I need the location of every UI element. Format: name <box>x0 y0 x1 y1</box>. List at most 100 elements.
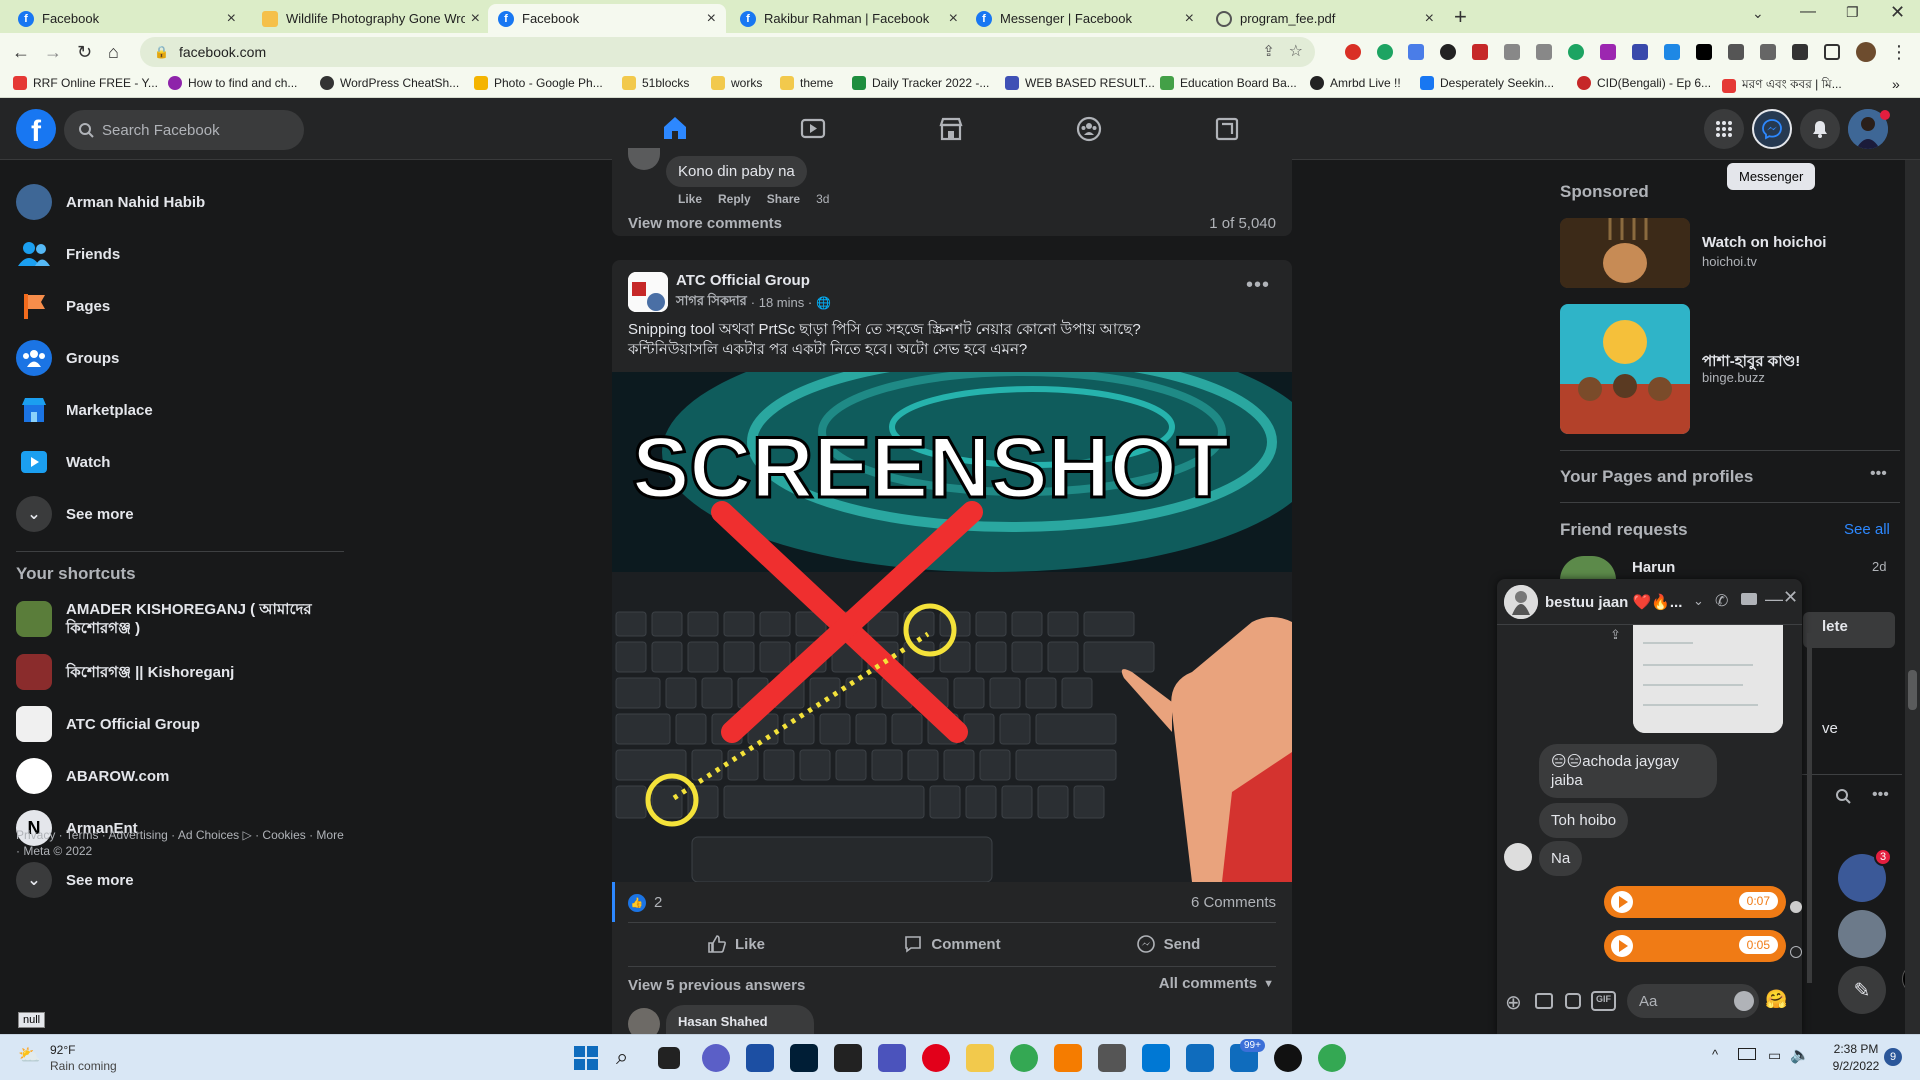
extension-icon[interactable] <box>1696 44 1712 60</box>
audio-message[interactable]: 0:07 <box>1604 886 1786 918</box>
menu-button[interactable] <box>1704 109 1744 149</box>
messenger-button[interactable] <box>1752 109 1792 149</box>
teams-icon[interactable] <box>878 1044 906 1072</box>
chat-scrollbar[interactable] <box>1807 633 1812 983</box>
more-bookmarks-icon[interactable]: » <box>1892 76 1900 92</box>
post-time[interactable]: · 18 mins · <box>751 295 812 310</box>
close-tab-icon[interactable]: × <box>1425 10 1434 28</box>
close-tab-icon[interactable]: × <box>707 10 716 28</box>
chat-avatar[interactable] <box>1504 585 1538 619</box>
close-tab-icon[interactable]: × <box>1185 10 1194 28</box>
browser-tab-active[interactable]: f Facebook × <box>488 4 726 33</box>
new-message-button[interactable]: ✎ <box>1838 966 1886 1014</box>
reaction-emoji-icon[interactable]: 🤗 <box>1765 989 1787 1010</box>
post-options-icon[interactable]: ••• <box>1246 274 1270 297</box>
restore-icon[interactable]: ❐ <box>1846 4 1859 21</box>
play-icon[interactable] <box>1611 891 1633 913</box>
extension-icon[interactable] <box>1568 44 1584 60</box>
tab-search-icon[interactable]: ⌄ <box>1752 5 1764 22</box>
address-bar[interactable]: 🔒 facebook.com ⇪ ☆ <box>140 37 1315 67</box>
gif-icon[interactable]: GIF <box>1591 991 1616 1011</box>
search-taskbar-icon[interactable]: ⌕ <box>616 1044 644 1072</box>
profile-avatar[interactable] <box>1856 42 1876 62</box>
play-icon[interactable] <box>1611 935 1633 957</box>
chrome-menu-icon[interactable]: ⋮ <box>1890 42 1908 62</box>
bookmark-folder[interactable]: works <box>711 76 762 90</box>
sponsored-ad[interactable]: Watch on hoichoi hoichoi.tv <box>1560 218 1860 290</box>
extension-icon[interactable] <box>1760 44 1776 60</box>
bookmark-star-icon[interactable]: ☆ <box>1289 41 1303 61</box>
sidebar-item-groups[interactable]: Groups <box>8 334 348 382</box>
shortcuts-see-more[interactable]: ⌄ See more <box>8 856 348 904</box>
clock-date[interactable]: 9/2/2022 <box>1826 1059 1886 1073</box>
view-previous-answers-link[interactable]: View 5 previous answers <box>628 977 805 994</box>
bookmark-item[interactable]: মরণ এবং কবর | মি... <box>1722 76 1842 96</box>
bookmark-item[interactable]: Photo - Google Ph... <box>474 76 603 90</box>
task-view-icon[interactable] <box>658 1047 680 1069</box>
extension-icon[interactable] <box>1600 44 1616 60</box>
browser-tab[interactable]: Wildlife Photography Gone Wron × <box>252 4 490 33</box>
app-icon[interactable] <box>1054 1044 1082 1072</box>
bookmark-item[interactable]: RRF Online FREE - Y... <box>13 76 158 90</box>
post-image[interactable]: SCREENSHOT <box>612 372 1292 882</box>
app-icon[interactable] <box>1186 1044 1214 1072</box>
page-scrollbar[interactable] <box>1905 160 1920 1034</box>
contacts-search-icon[interactable] <box>1835 788 1851 809</box>
commenter-name[interactable]: Hasan Shahed <box>678 1014 768 1029</box>
add-attachment-icon[interactable]: ⊕ <box>1505 990 1522 1015</box>
comment-reply-link[interactable]: Reply <box>718 192 751 206</box>
bookmark-folder[interactable]: 51blocks <box>622 76 689 90</box>
calculator-icon[interactable] <box>1098 1044 1126 1072</box>
chevron-down-icon[interactable]: ⌄ <box>1693 593 1704 609</box>
phone-call-icon[interactable]: ✆ <box>1715 591 1728 611</box>
bookmark-item[interactable]: Education Board Ba... <box>1160 76 1297 90</box>
chrome-icon[interactable] <box>1010 1044 1038 1072</box>
start-button[interactable] <box>572 1044 600 1072</box>
group-avatar[interactable] <box>628 272 668 312</box>
notes-icon[interactable] <box>746 1044 774 1072</box>
avatar[interactable] <box>1560 556 1616 580</box>
more-options-icon[interactable]: ••• <box>1870 465 1887 483</box>
vscode-icon[interactable] <box>1142 1044 1170 1072</box>
share-icon[interactable]: ⇪ <box>1262 42 1275 60</box>
audio-message[interactable]: 0:05 <box>1604 930 1786 962</box>
volume-icon[interactable]: 🔈 <box>1790 1045 1810 1065</box>
chat-teams-icon[interactable] <box>702 1044 730 1072</box>
bookmark-folder[interactable]: theme <box>780 76 833 90</box>
facebook-logo[interactable]: f <box>16 109 56 149</box>
sponsored-ad[interactable]: পাশা-হাবুর কাণ্ড! binge.buzz <box>1560 304 1860 436</box>
chat-head-avatar[interactable] <box>1838 910 1886 958</box>
shortcut-item[interactable]: কিশোরগঞ্জ || Kishoreganj <box>8 648 348 696</box>
shared-photo[interactable] <box>1633 625 1783 733</box>
close-chat-icon[interactable]: ✕ <box>1783 587 1798 608</box>
sidebar-see-more[interactable]: ⌄ See more <box>8 490 348 538</box>
sidebar-item-friends[interactable]: Friends <box>8 230 348 278</box>
extension-icon[interactable] <box>1408 44 1424 60</box>
weather-status[interactable]: Rain coming <box>50 1059 117 1073</box>
browser-tab[interactable]: program_fee.pdf × <box>1206 4 1444 33</box>
like-button[interactable]: Like <box>628 926 844 962</box>
home-icon[interactable]: ⌂ <box>108 42 119 62</box>
video-call-icon[interactable] <box>1741 593 1757 605</box>
extension-icon[interactable] <box>1728 44 1744 60</box>
shortcut-item[interactable]: ATC Official Group <box>8 700 348 748</box>
comment-button[interactable]: Comment <box>844 926 1060 962</box>
comments-count-link[interactable]: 6 Comments <box>1191 894 1276 911</box>
bookmark-item[interactable]: Desperately Seekin... <box>1420 76 1554 90</box>
browser-tab[interactable]: f Messenger | Facebook × <box>966 4 1204 33</box>
sidebar-item-watch[interactable]: Watch <box>8 438 348 486</box>
delete-request-button[interactable] <box>1803 612 1895 648</box>
network-icon[interactable]: ▭ <box>1768 1047 1781 1064</box>
sidebar-item-marketplace[interactable]: Marketplace <box>8 386 348 434</box>
extension-icon[interactable] <box>1632 44 1648 60</box>
more-options-icon[interactable]: ••• <box>1872 786 1889 804</box>
extension-icon[interactable] <box>1504 44 1520 60</box>
photoshop-icon[interactable] <box>790 1044 818 1072</box>
minimize-chat-icon[interactable]: — <box>1765 589 1783 610</box>
sticker-icon[interactable] <box>1565 993 1581 1009</box>
bookmark-item[interactable]: How to find and ch... <box>168 76 297 90</box>
reload-icon[interactable]: ↻ <box>77 42 92 62</box>
bookmark-item[interactable]: Amrbd Live !! <box>1310 76 1401 90</box>
extension-icon[interactable] <box>1664 44 1680 60</box>
chrome-icon[interactable] <box>1318 1044 1346 1072</box>
